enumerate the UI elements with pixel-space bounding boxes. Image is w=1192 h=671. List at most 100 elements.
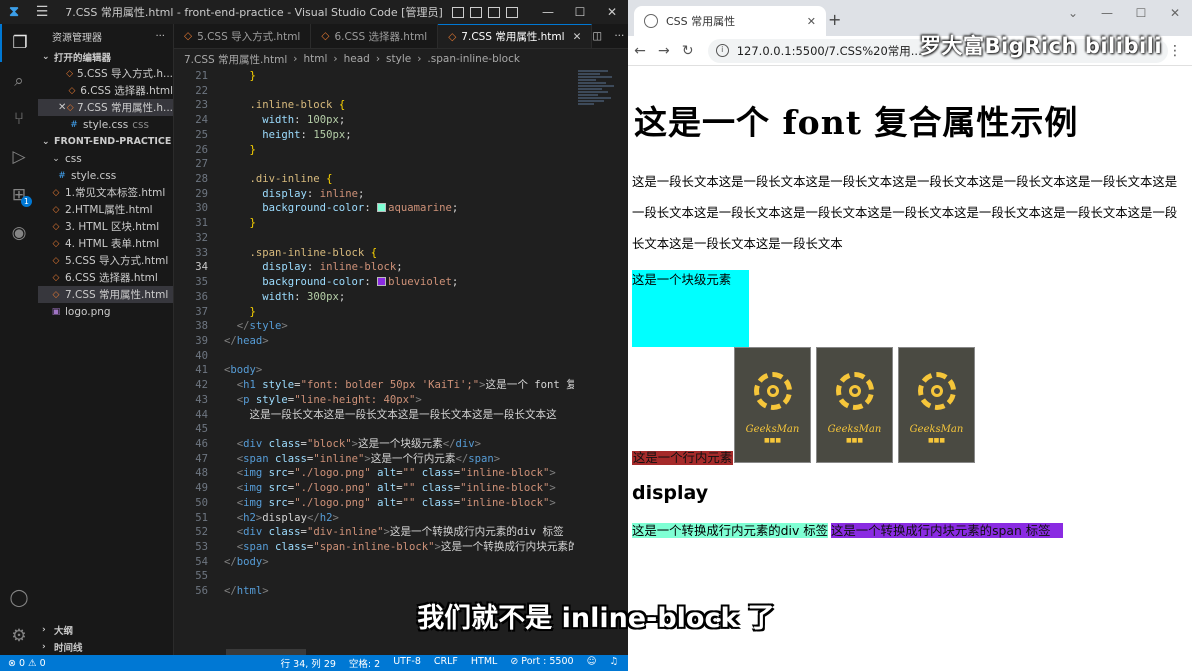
toggle-panel-icon[interactable]	[470, 6, 482, 18]
more-actions-icon[interactable]: ···	[155, 31, 165, 42]
indentation-status[interactable]: 空格: 2	[349, 656, 380, 670]
code-text: <body>	[224, 364, 263, 377]
code-text: <img src="./logo.png" alt="" class="inli…	[224, 496, 556, 509]
extensions-icon[interactable]: ⊞ 1	[0, 176, 38, 214]
editor-tab[interactable]: ◇ 6.CSS 选择器.html	[311, 24, 439, 48]
open-editor-item[interactable]: # style.css css	[38, 116, 173, 133]
source-control-icon[interactable]: ⑂	[0, 100, 38, 138]
file-label: 6.CSS 选择器.html	[65, 272, 158, 284]
breadcrumb-item[interactable]: style	[386, 53, 411, 65]
minimize-button[interactable]: —	[1090, 6, 1124, 20]
file-item[interactable]: ◇ 7.CSS 常用属性.html	[38, 286, 173, 303]
code-text: height: 150px;	[224, 128, 352, 141]
code-line: 46 <div class="block">这是一个块级元素</div>	[174, 437, 574, 452]
reload-icon[interactable]: ↻	[676, 43, 700, 59]
line-number: 47	[195, 452, 208, 465]
code-line: 25 height: 150px;	[174, 128, 574, 143]
code-text: 这是一段长文本这是一段长文本这是一段长文本这是一段长文本这	[224, 408, 557, 421]
file-item[interactable]: ▣ logo.png	[38, 303, 173, 320]
maximize-button[interactable]: ☐	[1124, 6, 1158, 20]
close-button[interactable]: ✕	[1158, 6, 1192, 20]
browser-menu-icon[interactable]: ⋮	[1168, 43, 1182, 59]
back-arrow-icon[interactable]: ←	[628, 43, 652, 59]
menu-icon[interactable]: ☰	[28, 4, 56, 20]
toggle-secondary-sidebar-icon[interactable]	[488, 6, 500, 18]
open-editor-item[interactable]: ✕ ◇ 7.CSS 常用属性.h...	[38, 99, 173, 116]
customize-layout-icon[interactable]	[506, 6, 518, 18]
file-item[interactable]: ◇ 6.CSS 选择器.html	[38, 269, 173, 286]
code-text: }	[224, 143, 256, 156]
explorer-icon[interactable]: ❐	[0, 24, 38, 62]
close-icon[interactable]: ✕	[58, 102, 66, 113]
code-line: 34 display: inline-block;	[174, 260, 574, 275]
code-text: </head>	[224, 334, 269, 347]
close-tab-icon[interactable]: ✕	[807, 15, 816, 28]
forward-arrow-icon[interactable]: →	[652, 43, 676, 59]
minimize-button[interactable]: —	[532, 5, 564, 19]
more-actions-icon[interactable]: ···	[614, 30, 624, 42]
new-tab-button[interactable]: +	[828, 10, 841, 29]
search-icon[interactable]: ⌕	[0, 62, 38, 100]
breadcrumb-item[interactable]: 7.CSS 常用属性.html	[184, 52, 287, 67]
vertical-scrollbar[interactable]	[618, 69, 628, 655]
color-swatch-icon[interactable]	[377, 203, 387, 213]
file-label: 2.HTML属性.html	[65, 204, 153, 216]
video-subtitle: 我们就不是 inline-block 了	[417, 603, 775, 634]
file-label: 3. HTML 区块.html	[65, 221, 160, 233]
open-editors-section[interactable]: ⌄ 打开的编辑器	[38, 48, 173, 65]
code-text: }	[224, 305, 256, 318]
close-button[interactable]: ✕	[596, 5, 628, 19]
line-number: 54	[195, 555, 208, 568]
code-editor[interactable]: 21 } 22 23 .inline-block {24 width: 100px;…	[174, 69, 574, 655]
line-number: 23	[195, 99, 208, 112]
copilot-icon[interactable]: ◉	[0, 214, 38, 252]
file-item[interactable]: ◇ 5.CSS 导入方式.html	[38, 252, 173, 269]
minimap[interactable]	[578, 69, 618, 149]
line-number: 49	[195, 482, 208, 495]
language-mode[interactable]: HTML	[471, 656, 497, 670]
problems-status[interactable]: ⊗ 0 ⚠ 0	[8, 658, 46, 669]
code-line: 32	[174, 231, 574, 246]
folder-item[interactable]: ⌄ css	[38, 150, 173, 167]
project-section[interactable]: ⌄ FRONT-END-PRACTICE	[38, 133, 173, 150]
site-info-icon[interactable]: i	[715, 44, 729, 57]
editor-tab[interactable]: ◇ 7.CSS 常用属性.html ✕	[438, 24, 593, 48]
color-swatch-icon[interactable]	[377, 277, 387, 287]
breadcrumb-item[interactable]: .span-inline-block	[427, 53, 520, 65]
editor-tab[interactable]: ◇ 5.CSS 导入方式.html	[174, 24, 312, 48]
open-editor-label: 5.CSS 导入方式.h...	[76, 68, 173, 80]
run-debug-icon[interactable]: ▷	[0, 138, 38, 176]
feedback-icon[interactable]: ☺	[587, 656, 597, 670]
toggle-sidebar-icon[interactable]	[452, 6, 464, 18]
browser-tab[interactable]: CSS 常用属性 ✕	[634, 6, 826, 36]
code-line: 42 <h1 style="font: bolder 50px 'KaiTi';…	[174, 378, 574, 393]
breadcrumb-item[interactable]: html	[303, 53, 327, 65]
timeline-section[interactable]: › 时间线	[38, 638, 173, 655]
code-line: 36 width: 300px;	[174, 290, 574, 305]
close-tab-icon[interactable]: ✕	[573, 31, 582, 43]
channel-watermark: 罗大富BigRich bilibili	[920, 34, 1163, 58]
globe-icon	[644, 14, 658, 28]
split-editor-icon[interactable]: ◫	[592, 30, 602, 42]
tab-search-icon[interactable]: ⌄	[1056, 6, 1090, 20]
file-item[interactable]: ◇ 1.常见文本标签.html	[38, 184, 173, 201]
open-editor-item[interactable]: ◇ 5.CSS 导入方式.h...	[38, 65, 173, 82]
line-number: 22	[195, 84, 208, 97]
open-editor-item[interactable]: ◇ 6.CSS 选择器.html	[38, 82, 173, 99]
file-item[interactable]: ◇ 3. HTML 区块.html	[38, 218, 173, 235]
breadcrumb-item[interactable]: head	[344, 53, 370, 65]
eol-status[interactable]: CRLF	[434, 656, 458, 670]
file-item[interactable]: # style.css	[38, 167, 173, 184]
cursor-position[interactable]: 行 34, 列 29	[281, 656, 336, 670]
code-line: 51 <h2>display</h2>	[174, 511, 574, 526]
file-item[interactable]: ◇ 4. HTML 表单.html	[38, 235, 173, 252]
maximize-button[interactable]: ☐	[564, 5, 596, 19]
live-server-port[interactable]: ⊘ Port : 5500	[510, 656, 573, 670]
encoding-status[interactable]: UTF-8	[393, 656, 421, 670]
file-label: style.css	[71, 169, 117, 182]
line-number: 36	[195, 290, 208, 303]
notifications-bell-icon[interactable]: ♫	[609, 656, 618, 670]
line-number: 24	[195, 114, 208, 127]
file-item[interactable]: ◇ 2.HTML属性.html	[38, 201, 173, 218]
